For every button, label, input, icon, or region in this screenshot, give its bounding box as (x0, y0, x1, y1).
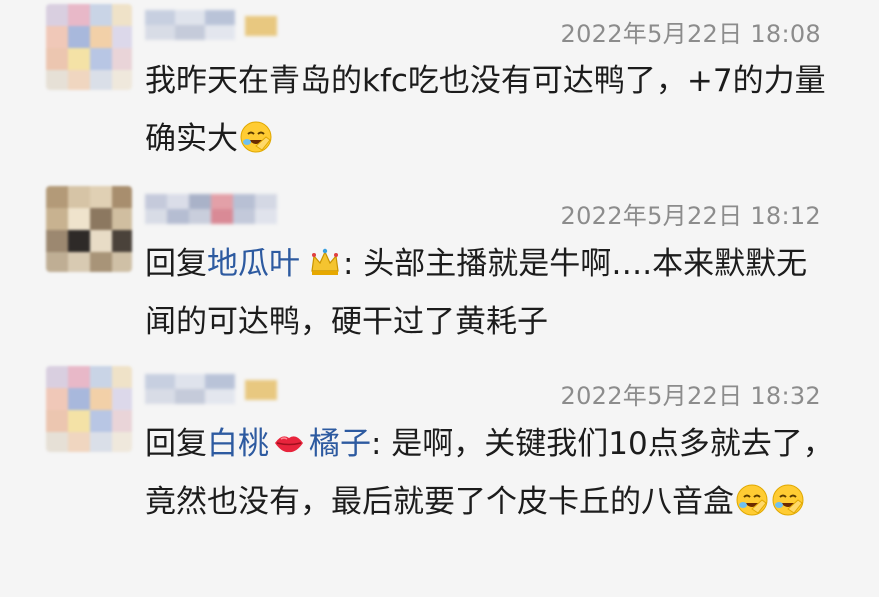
comment-text: 我昨天在青岛的kfc吃也没有可达鸭了，+7的力量确实大 (145, 52, 835, 168)
reply-to-username-part1: 白桃 (207, 426, 269, 462)
username-redacted[interactable] (145, 194, 305, 224)
avatar[interactable] (46, 4, 132, 90)
avatar[interactable] (46, 186, 132, 272)
comment-text: 回复地瓜叶 : 头部主播就是牛啊….本来默默无闻的可达鸭，硬干过了黄耗子 (145, 235, 835, 351)
comment-timestamp: 2022年5月22日 18:08 (560, 20, 821, 48)
comment-thread: { "comments": [ { "timestamp": "2022年5月2… (0, 0, 879, 597)
avatar[interactable] (46, 366, 132, 452)
facepalm-laugh-emoji (240, 121, 272, 153)
comment-timestamp: 2022年5月22日 18:12 (560, 202, 821, 230)
username-redacted[interactable] (145, 374, 285, 404)
lips-icon (275, 436, 303, 453)
username-redacted[interactable] (145, 10, 285, 40)
comment-text: 回复白桃 橘子: 是啊，关键我们10点多就去了，竟然也没有，最后就要了个皮卡丘的… (145, 415, 835, 531)
facepalm-laugh-emoji (772, 484, 804, 516)
reply-to-username-part2: 橘子 (309, 426, 371, 462)
crown-icon (311, 248, 339, 275)
reply-to-username[interactable]: 白桃 橘子 (207, 426, 371, 462)
comment-timestamp: 2022年5月22日 18:32 (560, 382, 821, 410)
reply-to-username[interactable]: 地瓜叶 (207, 246, 300, 282)
reply-prefix: 回复 (145, 426, 207, 462)
reply-prefix: 回复 (145, 246, 207, 282)
facepalm-laugh-emoji (736, 484, 768, 516)
